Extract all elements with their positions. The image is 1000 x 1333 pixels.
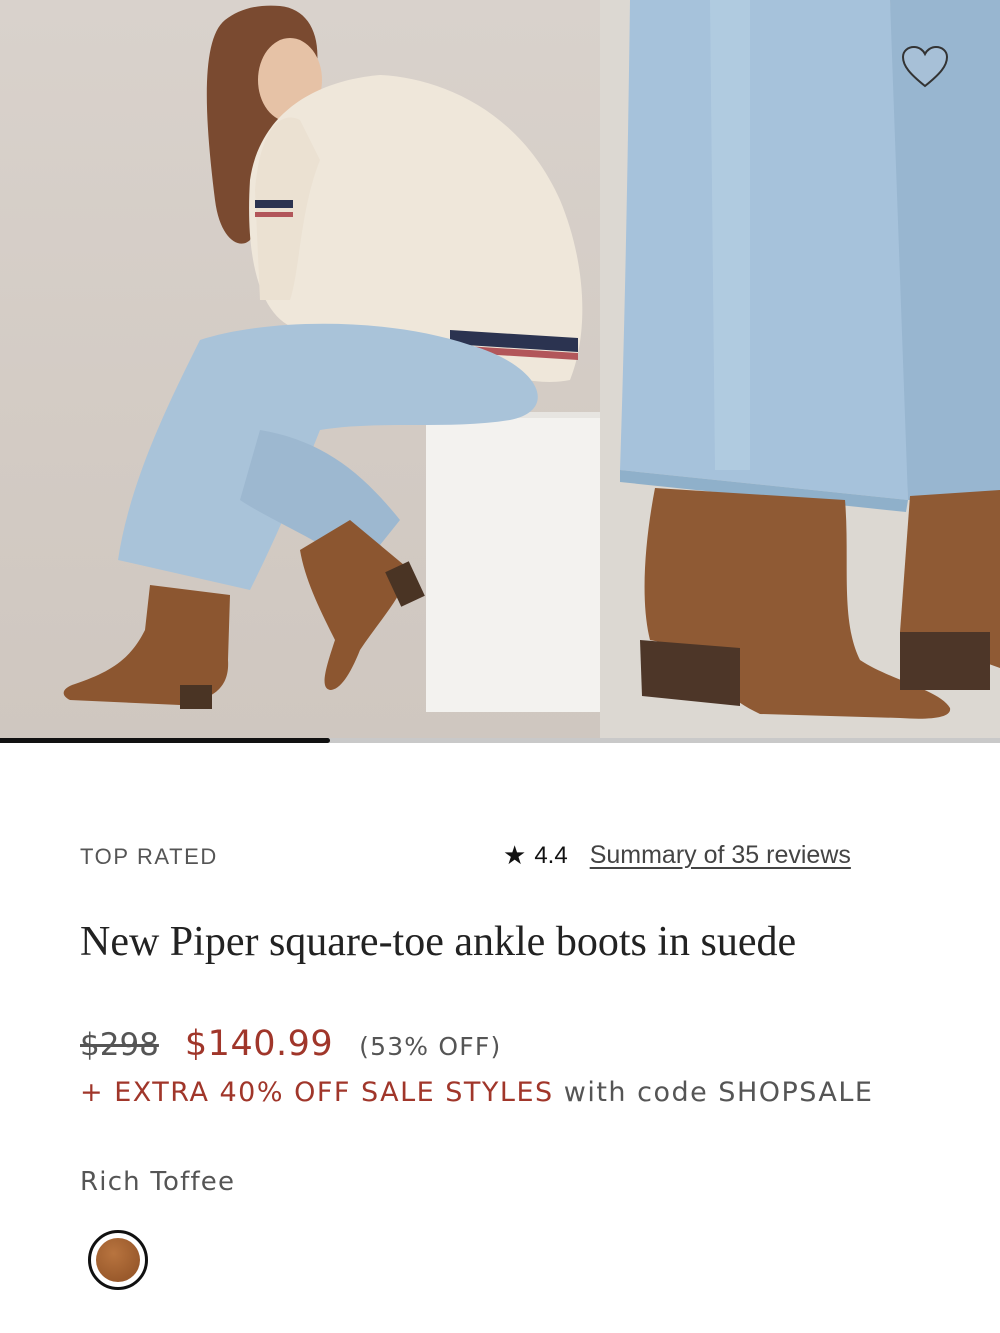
wishlist-heart-icon[interactable] (900, 44, 950, 90)
top-rated-badge: TOP RATED (80, 844, 218, 869)
color-swatch-rich-toffee[interactable] (88, 1230, 148, 1290)
promo-code-text: with code SHOPSALE (553, 1077, 874, 1108)
promo-message: + EXTRA 40% OFF SALE STYLES with code SH… (80, 1077, 874, 1108)
original-price: $298 (80, 1027, 159, 1063)
product-title: New Piper square-toe ankle boots in sued… (80, 919, 797, 965)
product-photo-closeup-illustration (620, 0, 1000, 719)
product-photo-closeup[interactable] (600, 0, 1000, 738)
reviews-summary-link[interactable]: Summary of 35 reviews (590, 841, 851, 870)
sale-price: $140.99 (184, 1024, 334, 1064)
gallery-progress-fill (0, 738, 330, 743)
gallery-progress-track (0, 738, 1000, 743)
product-photo-model-illustration (63, 5, 600, 712)
rating-value: 4.4 (534, 841, 568, 869)
price-block: $298 $140.99 (53% OFF) (80, 1024, 501, 1064)
discount-percent: (53% OFF) (359, 1032, 502, 1061)
swatch-fill (96, 1238, 140, 1282)
product-image-gallery[interactable] (0, 0, 1000, 738)
promo-highlight: + EXTRA 40% OFF SALE STYLES (80, 1077, 554, 1108)
product-photo-model[interactable] (0, 0, 600, 738)
selected-color-name: Rich Toffee (80, 1167, 236, 1197)
star-icon: ★ (503, 840, 527, 870)
rating-summary: ★ 4.4 Summary of 35 reviews (503, 840, 851, 871)
